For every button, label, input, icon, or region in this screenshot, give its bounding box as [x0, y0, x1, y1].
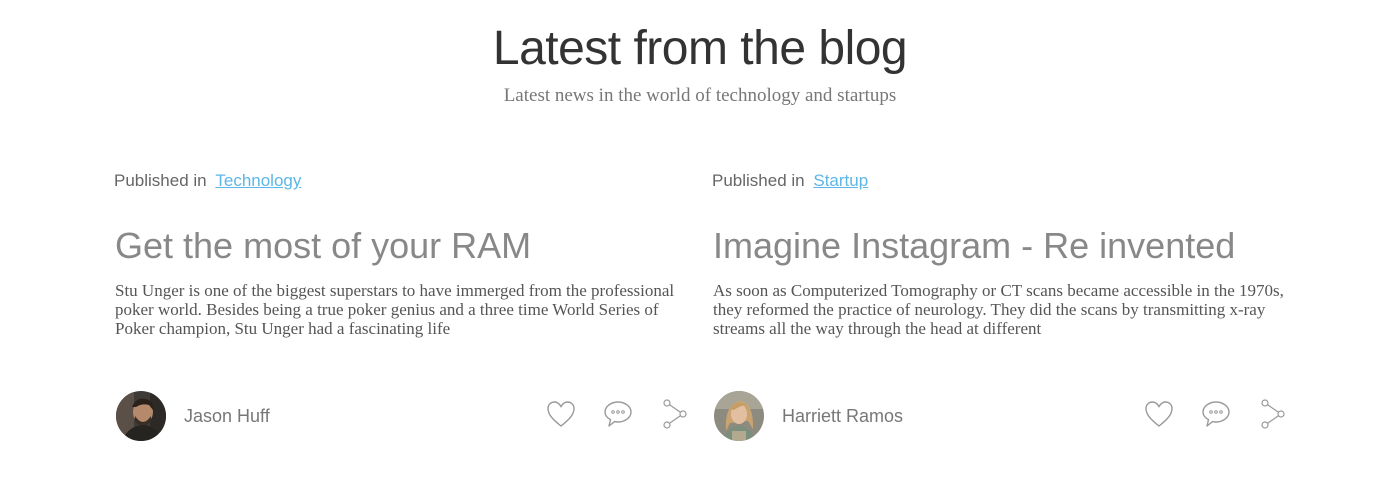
post-title[interactable]: Imagine Instagram - Re invented [713, 224, 1235, 268]
section-title: Latest from the blog [492, 22, 908, 75]
author-avatar[interactable] [714, 391, 764, 441]
heart-icon [1145, 401, 1173, 427]
heart-icon [547, 401, 575, 427]
author-name[interactable]: Jason Huff [184, 406, 270, 427]
published-label: Published in [114, 171, 207, 190]
published-label: Published in [712, 171, 805, 190]
blog-post-card: Published in Technology Get the most of … [114, 170, 704, 450]
author-avatar[interactable] [116, 391, 166, 441]
post-actions [546, 399, 690, 429]
post-meta: Published in Technology [114, 170, 301, 192]
category-link[interactable]: Technology [215, 171, 301, 190]
blog-post-card: Published in Startup Imagine Instagram -… [712, 170, 1302, 450]
like-button[interactable] [1144, 399, 1174, 429]
category-link[interactable]: Startup [813, 171, 868, 190]
like-button[interactable] [546, 399, 576, 429]
post-author: Jason Huff [116, 391, 270, 441]
comment-button[interactable] [603, 399, 633, 429]
author-name[interactable]: Harriett Ramos [782, 406, 903, 427]
share-icon [663, 399, 687, 429]
comment-button[interactable] [1201, 399, 1231, 429]
share-button[interactable] [1258, 399, 1288, 429]
post-excerpt: Stu Unger is one of the biggest supersta… [115, 281, 675, 338]
post-excerpt: As soon as Computerized Tomography or CT… [713, 281, 1284, 338]
comment-icon [1202, 401, 1230, 427]
post-title[interactable]: Get the most of your RAM [115, 224, 531, 268]
post-author: Harriett Ramos [714, 391, 903, 441]
comment-icon [604, 401, 632, 427]
section-subtitle: Latest news in the world of technology a… [503, 85, 897, 106]
blog-header: Latest from the blog Latest news in the … [0, 20, 1400, 108]
share-button[interactable] [660, 399, 690, 429]
post-actions [1144, 399, 1288, 429]
post-meta: Published in Startup [712, 170, 868, 192]
share-icon [1261, 399, 1285, 429]
